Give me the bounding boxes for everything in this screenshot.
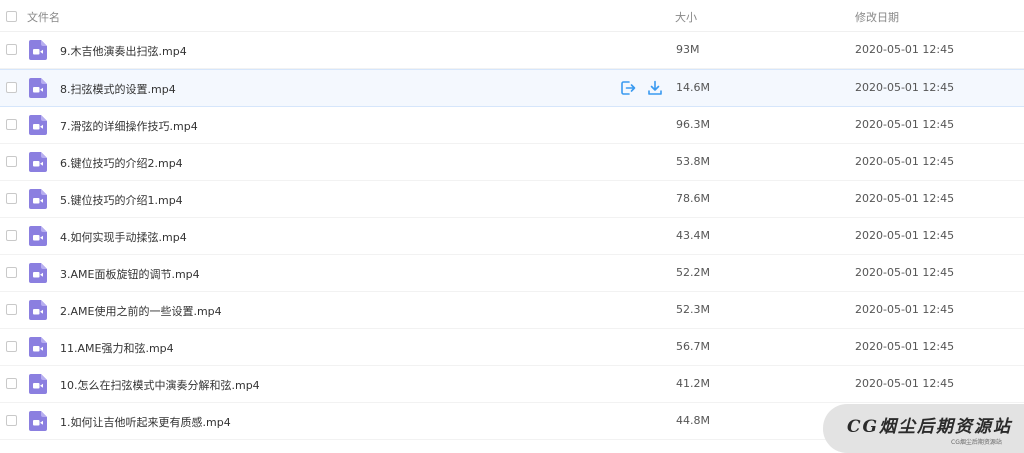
row-checkbox[interactable] — [6, 230, 17, 241]
file-modified-date: 2020-05-01 12:45 — [855, 192, 955, 205]
video-file-icon — [29, 263, 47, 283]
file-size: 14.6M — [676, 81, 710, 94]
row-checkbox[interactable] — [6, 82, 17, 93]
file-name-link[interactable]: 10.怎么在扫弦模式中演奏分解和弦.mp4 — [60, 377, 260, 393]
file-size: 93M — [676, 43, 700, 56]
file-row[interactable]: 2.AME使用之前的一些设置.mp4 52.3M 2020-05-01 12:45 — [0, 292, 1024, 329]
file-name-link[interactable]: 7.滑弦的详细操作技巧.mp4 — [60, 118, 198, 134]
video-file-icon — [29, 40, 47, 60]
file-row[interactable]: 6.键位技巧的介绍2.mp4 53.8M 2020-05-01 12:45 — [0, 144, 1024, 181]
file-name-link[interactable]: 9.木吉他演奏出扫弦.mp4 — [60, 43, 187, 59]
file-modified-date: 2020-05-01 12:45 — [855, 340, 955, 353]
file-size: 52.2M — [676, 266, 710, 279]
video-file-icon — [29, 337, 47, 357]
file-size: 52.3M — [676, 303, 710, 316]
video-file-icon — [29, 115, 47, 135]
column-header-size[interactable]: 大小 — [675, 9, 697, 25]
file-row[interactable]: 11.AME强力和弦.mp4 56.7M 2020-05-01 12:45 — [0, 329, 1024, 366]
row-checkbox[interactable] — [6, 378, 17, 389]
file-row[interactable]: 10.怎么在扫弦模式中演奏分解和弦.mp4 41.2M 2020-05-01 12:… — [0, 366, 1024, 403]
row-checkbox[interactable] — [6, 304, 17, 315]
share-icon[interactable] — [620, 80, 636, 96]
file-name-link[interactable]: 4.如何实现手动揉弦.mp4 — [60, 229, 187, 245]
file-modified-date: 2020-05-01 12:45 — [855, 377, 955, 390]
file-size: 96.3M — [676, 118, 710, 131]
file-size: 78.6M — [676, 192, 710, 205]
file-modified-date: 2020-05-01 12:45 — [855, 229, 955, 242]
file-modified-date: 2020-05-01 12:45 — [855, 81, 955, 94]
file-modified-date: 2020-05-01 12:45 — [855, 266, 955, 279]
file-row[interactable]: 4.如何实现手动揉弦.mp4 43.4M 2020-05-01 12:45 — [0, 218, 1024, 255]
download-icon[interactable] — [647, 80, 663, 96]
file-name-link[interactable]: 8.扫弦模式的设置.mp4 — [60, 81, 176, 97]
file-name-link[interactable]: 3.AME面板旋钮的调节.mp4 — [60, 266, 200, 282]
file-name-link[interactable]: 1.如何让吉他听起来更有质感.mp4 — [60, 414, 231, 430]
row-checkbox[interactable] — [6, 341, 17, 352]
row-checkbox[interactable] — [6, 193, 17, 204]
video-file-icon — [29, 152, 47, 172]
column-header-name[interactable]: 文件名 — [27, 9, 60, 25]
file-name-link[interactable]: 2.AME使用之前的一些设置.mp4 — [60, 303, 222, 319]
watermark-logo: CG烟尘后期资源站 CG烟尘后期资源站 — [823, 404, 1024, 453]
file-rows: 9.木吉他演奏出扫弦.mp4 93M 2020-05-01 12:45 8.扫弦模式的… — [0, 32, 1024, 440]
file-size: 53.8M — [676, 155, 710, 168]
file-row[interactable]: 7.滑弦的详细操作技巧.mp4 96.3M 2020-05-01 12:45 — [0, 107, 1024, 144]
file-name-link[interactable]: 11.AME强力和弦.mp4 — [60, 340, 174, 356]
file-row[interactable]: 8.扫弦模式的设置.mp4 14.6M 2020-05-01 12:45 — [0, 69, 1024, 107]
select-all-checkbox[interactable] — [6, 11, 17, 22]
file-modified-date: 2020-05-01 12:45 — [855, 303, 955, 316]
video-file-icon — [29, 300, 47, 320]
file-list-table: 文件名 大小 修改日期 9.木吉他演奏出扫弦.mp4 93M 2020-05-01 … — [0, 0, 1024, 440]
file-size: 43.4M — [676, 229, 710, 242]
video-file-icon — [29, 226, 47, 246]
column-header-date[interactable]: 修改日期 — [855, 9, 899, 25]
file-modified-date: 2020-05-01 12:45 — [855, 118, 955, 131]
video-file-icon — [29, 189, 47, 209]
file-name-link[interactable]: 6.键位技巧的介绍2.mp4 — [60, 155, 183, 171]
video-file-icon — [29, 78, 47, 98]
file-size: 41.2M — [676, 377, 710, 390]
row-checkbox[interactable] — [6, 119, 17, 130]
row-checkbox[interactable] — [6, 44, 17, 55]
watermark-sub-text: CG烟尘后期资源站 — [951, 439, 1002, 446]
file-row[interactable]: 3.AME面板旋钮的调节.mp4 52.2M 2020-05-01 12:45 — [0, 255, 1024, 292]
file-row[interactable]: 9.木吉他演奏出扫弦.mp4 93M 2020-05-01 12:45 — [0, 32, 1024, 69]
file-size: 44.8M — [676, 414, 710, 427]
file-modified-date: 2020-05-01 12:45 — [855, 155, 955, 168]
file-list-header: 文件名 大小 修改日期 — [0, 0, 1024, 32]
file-modified-date: 2020-05-01 12:45 — [855, 43, 955, 56]
video-file-icon — [29, 374, 47, 394]
file-row[interactable]: 5.键位技巧的介绍1.mp4 78.6M 2020-05-01 12:45 — [0, 181, 1024, 218]
row-checkbox[interactable] — [6, 415, 17, 426]
video-file-icon — [29, 411, 47, 431]
file-size: 56.7M — [676, 340, 710, 353]
row-checkbox[interactable] — [6, 267, 17, 278]
row-checkbox[interactable] — [6, 156, 17, 167]
file-name-link[interactable]: 5.键位技巧的介绍1.mp4 — [60, 192, 183, 208]
watermark-main-text: CG烟尘后期资源站 — [847, 417, 1013, 437]
